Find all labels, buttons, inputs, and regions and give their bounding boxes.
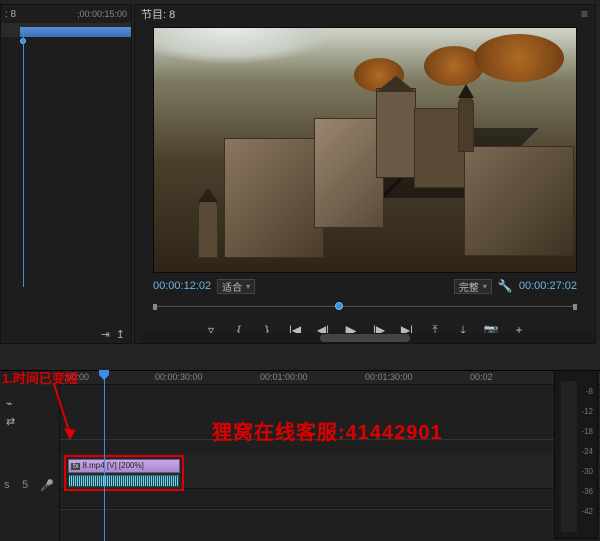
audio-track-dummy[interactable]: 5	[22, 479, 28, 491]
program-duration-tc: 00:00:27:02	[519, 280, 577, 292]
program-scrubber[interactable]	[153, 299, 577, 315]
annotation-arrow	[40, 384, 80, 444]
export-frame-icon[interactable]: ↥	[116, 328, 125, 341]
annotation-clip-highlight: fx8.mp4 [V] [200%]	[64, 455, 184, 491]
program-playhead[interactable]	[335, 302, 343, 310]
source-playline	[23, 27, 24, 287]
annotation-label: 1.时间已变短	[2, 368, 78, 387]
tab-menu-icon[interactable]: ≡	[581, 7, 589, 21]
audio-clip[interactable]	[68, 474, 180, 488]
program-panel: 节目: 8 ≡ 00:00:12:02 适合 完整	[134, 4, 596, 344]
audio-track-label: s	[4, 479, 10, 491]
source-clip-bar[interactable]	[20, 27, 131, 37]
clip-label: 8.mp4 [V] [200%]	[82, 461, 143, 470]
zoom-fit-select[interactable]: 适合	[217, 279, 255, 294]
hscroll-thumb[interactable]	[320, 334, 410, 342]
program-monitor[interactable]	[153, 27, 577, 273]
snap-icon[interactable]: ⌁	[6, 397, 13, 410]
meter-level-3: -24	[577, 447, 593, 456]
audio-meter-bar	[561, 381, 577, 532]
settings-wrench-icon[interactable]: 🔧	[498, 279, 513, 293]
meter-level-1: -12	[577, 407, 593, 416]
ruler-tick-4: 00:02	[470, 372, 493, 382]
timeline-ruler[interactable]: ;00:00 00:00:30:00 00:01:00:00 00:01:30:…	[60, 371, 600, 385]
meter-level-4: -30	[577, 467, 593, 476]
watermark-text: 狸窝在线客服:41442901	[212, 416, 443, 445]
program-current-tc: 00:00:12:02	[153, 280, 211, 292]
audio-meter: -8 -12 -18 -24 -30 -36 -42	[554, 370, 598, 539]
meter-level-2: -18	[577, 427, 593, 436]
program-tab-label: 节目: 8	[141, 6, 175, 22]
linked-selection-icon[interactable]: ⇄	[6, 415, 15, 428]
meter-level-0: -8	[577, 387, 593, 396]
source-panel-label: : 8	[5, 9, 16, 20]
ruler-tick-1: 00:00:30:00	[155, 372, 203, 382]
source-timecode: ;00:00:15:00	[77, 9, 127, 19]
meter-level-6: -42	[577, 507, 593, 516]
quality-select[interactable]: 完整	[454, 279, 492, 294]
audio-waveform	[69, 476, 179, 486]
timeline-play-line	[104, 371, 105, 541]
audio-track-a1[interactable]	[60, 489, 600, 509]
timeline-body[interactable]: ;00:00 00:00:30:00 00:01:00:00 00:01:30:…	[60, 371, 600, 541]
program-tab[interactable]: 节目: 8 ≡	[135, 5, 595, 23]
ruler-tick-3: 00:01:30:00	[365, 372, 413, 382]
program-hscroll[interactable]	[139, 333, 591, 343]
fx-badge: fx	[71, 463, 80, 470]
meter-level-5: -36	[577, 487, 593, 496]
step-icon[interactable]: ⇥	[101, 328, 110, 341]
ruler-tick-2: 00:01:00:00	[260, 372, 308, 382]
video-clip[interactable]: fx8.mp4 [V] [200%]	[68, 459, 180, 473]
source-tabrow: : 8 ;00:00:15:00	[1, 5, 131, 23]
source-panel: : 8 ;00:00:15:00 ⇥ ↥	[0, 4, 132, 344]
mic-icon[interactable]: 🎤	[40, 479, 54, 492]
